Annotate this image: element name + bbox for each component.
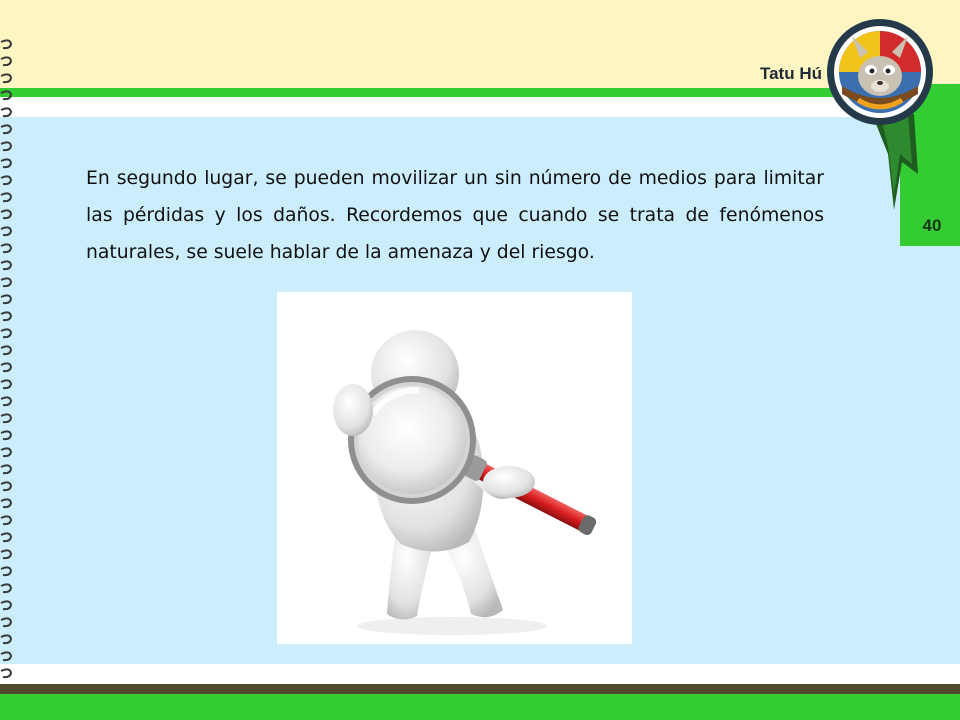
binding-ring bbox=[0, 549, 13, 560]
binding-ring bbox=[0, 362, 13, 373]
binding-ring bbox=[0, 294, 13, 305]
page-number: 40 bbox=[922, 216, 942, 235]
binding-ring bbox=[0, 634, 13, 645]
binding-ring bbox=[0, 430, 13, 441]
binding-ring bbox=[0, 311, 13, 322]
binding-ring bbox=[0, 345, 13, 356]
brand-label: Tatu Hú bbox=[759, 64, 822, 83]
binding-ring bbox=[0, 243, 13, 254]
binding-ring bbox=[0, 90, 13, 101]
binding-ring bbox=[0, 277, 13, 288]
binding-ring bbox=[0, 532, 13, 543]
binding-ring bbox=[0, 583, 13, 594]
binding-ring bbox=[0, 209, 13, 220]
binding-ring bbox=[0, 600, 13, 611]
header-divider bbox=[0, 88, 960, 97]
binding-ring bbox=[0, 464, 13, 475]
binding-ring bbox=[0, 413, 13, 424]
binding-ring bbox=[0, 379, 13, 390]
mascot-badge-icon bbox=[827, 19, 933, 210]
binding-ring bbox=[0, 158, 13, 169]
spiral-binding-icon bbox=[0, 39, 13, 713]
footer-band bbox=[0, 694, 960, 720]
illustration-frame bbox=[277, 292, 632, 644]
binding-ring bbox=[0, 56, 13, 67]
binding-ring bbox=[0, 73, 13, 84]
binding-ring bbox=[0, 328, 13, 339]
binding-ring bbox=[0, 566, 13, 577]
binding-ring bbox=[0, 226, 13, 237]
magnifying-glass-figure-icon bbox=[333, 330, 597, 635]
binding-ring bbox=[0, 668, 13, 679]
body-paragraph: En segundo lugar, se pueden movilizar un… bbox=[86, 168, 824, 263]
binding-ring bbox=[0, 141, 13, 152]
binding-ring bbox=[0, 260, 13, 271]
binding-ring bbox=[0, 498, 13, 509]
binding-ring bbox=[0, 651, 13, 662]
binding-ring bbox=[0, 124, 13, 135]
footer-divider bbox=[0, 684, 960, 694]
binding-ring bbox=[0, 617, 13, 628]
binding-ring bbox=[0, 192, 13, 203]
binding-ring bbox=[0, 447, 13, 458]
binding-ring bbox=[0, 396, 13, 407]
binding-ring bbox=[0, 175, 13, 186]
binding-ring bbox=[0, 39, 13, 50]
binding-ring bbox=[0, 481, 13, 492]
binding-ring bbox=[0, 107, 13, 118]
binding-ring bbox=[0, 515, 13, 526]
